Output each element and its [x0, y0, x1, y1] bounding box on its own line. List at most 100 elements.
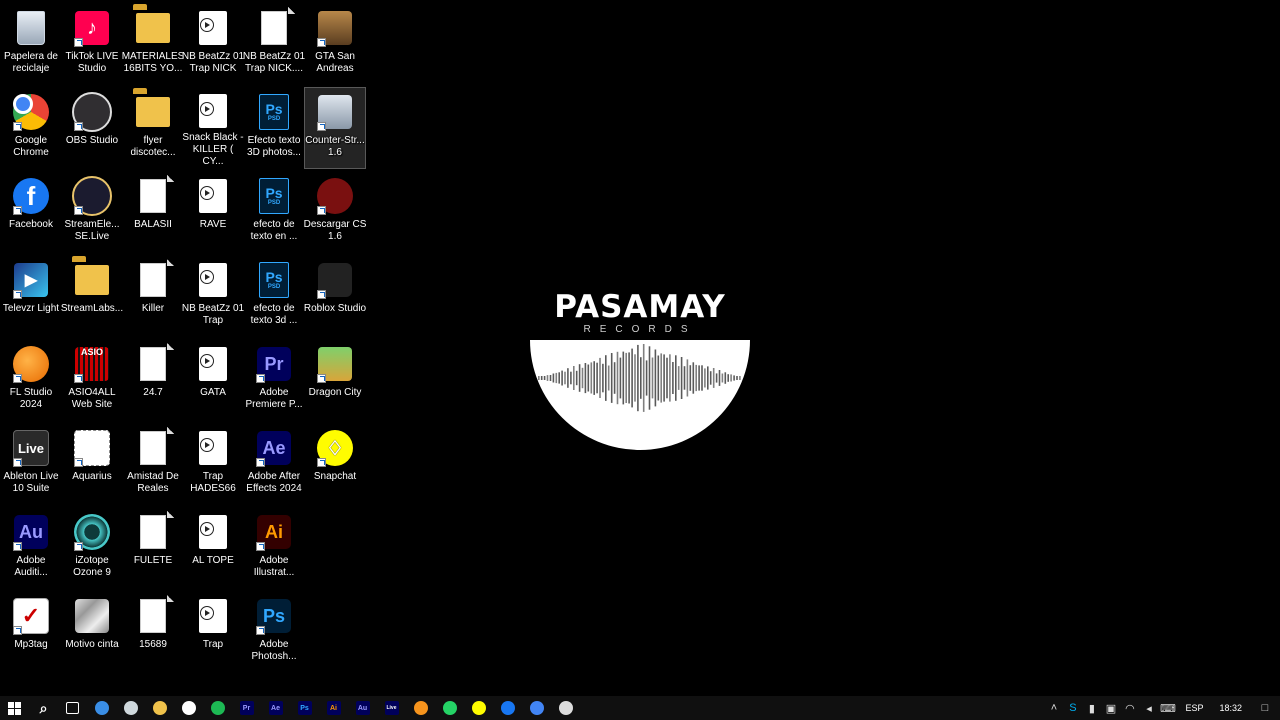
taskbar-premiere-pro-icon[interactable]: Pr — [232, 696, 261, 720]
desktop-icon-label: Google Chrome — [13, 135, 49, 158]
desktop-icon-aquarius[interactable]: Aquarius — [62, 424, 122, 504]
audition-icon: Au — [11, 512, 51, 552]
waveform-bar — [573, 366, 575, 390]
desktop-icon-flstudio[interactable]: FL Studio 2024 — [1, 340, 61, 420]
desktop-icon-ableton[interactable]: Live Ableton Live 10 Suite — [1, 424, 61, 504]
clock[interactable]: 18:32 — [1211, 703, 1250, 713]
desktop-icon-streamelements[interactable]: StreamEle... SE.Live — [62, 172, 122, 252]
keyboard-icon[interactable]: ⌨ — [1158, 696, 1177, 720]
waveform-bar — [721, 373, 724, 383]
desktop-icon-amistad[interactable]: Amistad De Reales — [123, 424, 183, 504]
desktop-icon-premiere[interactable]: Pr Adobe Premiere P... — [244, 340, 304, 420]
desktop-icon-efecto3d[interactable]: Ps PSD Efecto texto 3D photos... — [244, 88, 304, 168]
taskbar-edge-icon[interactable] — [87, 696, 116, 720]
desktop-icon-247[interactable]: 24.7 — [123, 340, 183, 420]
desktop-icon-motivo[interactable]: Motivo cinta — [62, 592, 122, 672]
desktop-icon-label: NB BeatZz 01 Trap NICK.... — [242, 51, 306, 74]
desktop-icon-snapchat[interactable]: ♢ Snapchat — [305, 424, 365, 504]
media-file-icon — [193, 512, 233, 552]
desktop-icon-roblox[interactable]: Roblox Studio — [304, 256, 366, 336]
system-tray: ˄ S ▮ ▣ ◠ ◂ ⌨ ESP 18:32 □ — [1044, 696, 1280, 720]
chevron-up-icon[interactable]: ˄ — [1044, 696, 1063, 720]
waveform-bar — [596, 362, 598, 394]
desktop-icon-snack[interactable]: Snack Black - KILLER ( CY... — [182, 88, 244, 168]
desktop-icon-ozone[interactable]: iZotope Ozone 9 — [62, 508, 122, 588]
volume-icon[interactable]: ◂ — [1139, 696, 1158, 720]
taskbar-mail-icon[interactable] — [116, 696, 145, 720]
notifications-icon[interactable]: □ — [1250, 696, 1280, 720]
desktop-icon-tiktok[interactable]: ♪ TikTok LIVE Studio — [62, 4, 122, 84]
desktop-icon-illustrator[interactable]: Ai Adobe Illustrat... — [244, 508, 304, 588]
language-indicator[interactable]: ESP — [1177, 703, 1211, 713]
taskbar-whatsapp-icon[interactable] — [435, 696, 464, 720]
windows-start-icon — [8, 701, 22, 715]
desktop-icon-efecto3d2[interactable]: Ps PSD efecto de texto 3d ... — [244, 256, 304, 336]
taskbar-ableton-live-icon[interactable]: Live — [377, 696, 406, 720]
shortcut-arrow-icon — [256, 458, 265, 467]
desktop-icon-15689[interactable]: 15689 — [123, 592, 183, 672]
waveform-bar — [648, 346, 651, 410]
desktop-icon-mp3tag[interactable]: ✓ Mp3tag — [1, 592, 61, 672]
taskbar-windows-start-icon[interactable] — [0, 696, 29, 720]
wifi-icon[interactable]: ◠ — [1120, 696, 1139, 720]
media-file-icon — [193, 8, 233, 48]
taskbar-facebook-icon[interactable] — [493, 696, 522, 720]
desktop-icon-descargarcs[interactable]: Descargar CS 1.6 — [304, 172, 366, 252]
taskbar-obs-icon[interactable] — [551, 696, 580, 720]
taskbar-items: ⌕ Pr Ae Ps Ai Au Live — [0, 696, 580, 720]
desktop-icon-gata[interactable]: GATA — [183, 340, 243, 420]
desktop-icon-streamlabs[interactable]: StreamLabs... — [61, 256, 123, 336]
desktop-icon-dragoncity[interactable]: Dragon City — [305, 340, 365, 420]
waveform-bar — [561, 370, 563, 386]
taskbar-spotify-icon[interactable] — [203, 696, 232, 720]
desktop-icon-nbtrap[interactable]: NB BeatZz 01 Trap — [182, 256, 244, 336]
wallpaper-title: PASAMAY — [554, 289, 726, 325]
desktop-icon-altope[interactable]: AL TOPE — [183, 508, 243, 588]
skype-icon[interactable]: S — [1063, 696, 1082, 720]
desktop-icon-balasii[interactable]: BALASII — [123, 172, 183, 252]
taskbar-illustrator-icon[interactable]: Ai — [319, 696, 348, 720]
taskbar-fl-studio-icon[interactable] — [406, 696, 435, 720]
desktop-icon-efectoen[interactable]: Ps PSD efecto de texto en ... — [244, 172, 304, 252]
desktop-icon-recycle[interactable]: Papelera de reciclaje — [1, 4, 61, 84]
taskbar-file-explorer-icon[interactable] — [145, 696, 174, 720]
desktop-icon-gta[interactable]: GTA San Andreas — [305, 4, 365, 84]
desktop-icon-audition[interactable]: Au Adobe Auditi... — [1, 508, 61, 588]
desktop-icon-aftereffects[interactable]: Ae Adobe After Effects 2024 — [244, 424, 304, 504]
shortcut-arrow-icon — [74, 122, 83, 131]
desktop-icon-killer[interactable]: Killer — [123, 256, 183, 336]
desktop-icon-trap[interactable]: Trap — [183, 592, 243, 672]
taskbar-photoshop-icon[interactable]: Ps — [290, 696, 319, 720]
desktop-icon-rave[interactable]: RAVE — [183, 172, 243, 252]
whatsapp-icon — [442, 701, 457, 715]
waveform-bar — [602, 363, 604, 393]
taskbar-chrome-icon[interactable] — [522, 696, 551, 720]
desktop-icon-materiales[interactable]: MATERIALES 16BITS YO... — [122, 4, 184, 84]
desktop-icon-photoshop[interactable]: Ps Adobe Photosh... — [244, 592, 304, 672]
waveform-bar — [625, 352, 627, 403]
desktop-icon-nb1[interactable]: NB BeatZz 01 Trap NICK — [182, 4, 244, 84]
desktop-icon-asio[interactable]: ASIO ASIO4ALL Web Site — [62, 340, 122, 420]
desktop-icon-cs16[interactable]: Counter-Str... 1.6 — [304, 87, 366, 169]
desktop-icon-televzr[interactable]: ▶ Televzr Light — [1, 256, 61, 336]
shortcut-arrow-icon — [13, 206, 22, 215]
taskbar-search-icon[interactable]: ⌕ — [29, 696, 58, 720]
desktop-icon-traphades[interactable]: Trap HADES66 — [183, 424, 243, 504]
desktop-icon-facebook[interactable]: f Facebook — [1, 172, 61, 252]
taskbar-task-view-icon[interactable] — [58, 696, 87, 720]
desktop-icon-obs[interactable]: OBS Studio — [62, 88, 122, 168]
counter-strike-icon — [315, 92, 355, 132]
desktop-icon-flyer[interactable]: flyer discotec... — [123, 88, 183, 168]
aquarius-icon — [72, 428, 112, 468]
taskbar-audition-icon[interactable]: Au — [348, 696, 377, 720]
taskbar-snapchat-icon[interactable] — [464, 696, 493, 720]
shield-icon[interactable]: ▣ — [1101, 696, 1120, 720]
desktop-icon-chrome[interactable]: Google Chrome — [1, 88, 61, 168]
desktop-icon-nb2[interactable]: NB BeatZz 01 Trap NICK.... — [242, 4, 306, 84]
media-file-icon — [193, 428, 233, 468]
psd-file-icon: Ps PSD — [254, 260, 294, 300]
desktop-icon-fulete[interactable]: FULETE — [123, 508, 183, 588]
microphone-icon[interactable]: ▮ — [1082, 696, 1101, 720]
taskbar-after-effects-icon[interactable]: Ae — [261, 696, 290, 720]
taskbar-media-player-icon[interactable] — [174, 696, 203, 720]
